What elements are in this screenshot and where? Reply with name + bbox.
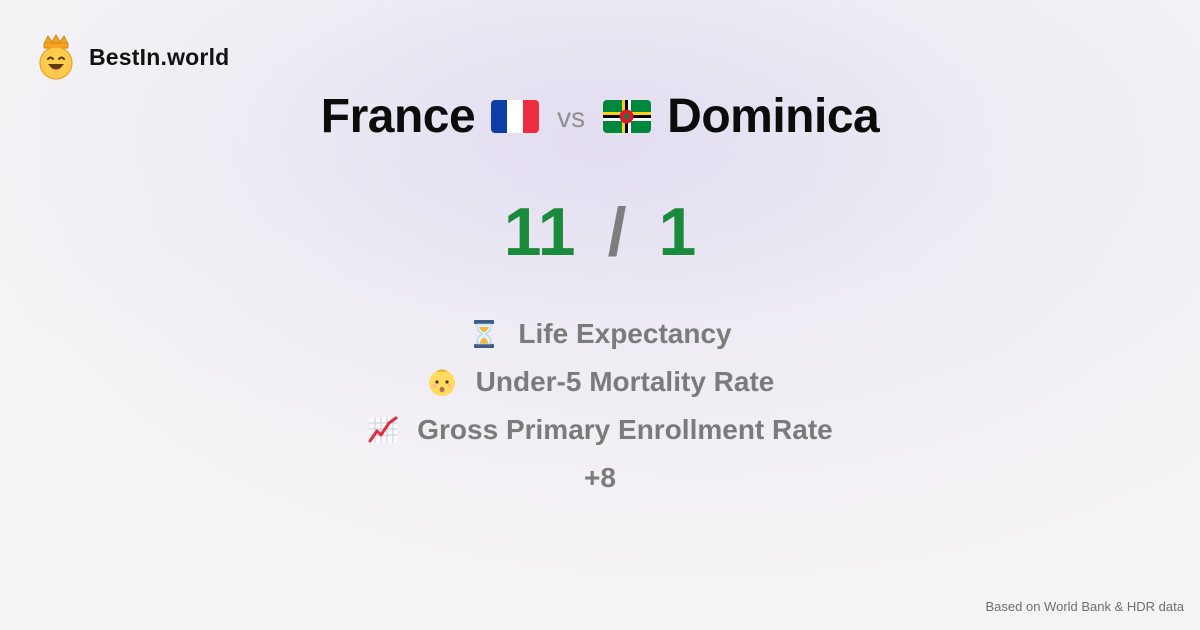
data-source-note: Based on World Bank & HDR data	[985, 599, 1184, 614]
vs-label: vs	[557, 102, 586, 133]
dominica-flag-icon	[603, 99, 652, 133]
score-country-a: 11	[503, 194, 576, 270]
metric-label: Under-5 Mortality Rate	[475, 366, 775, 397]
metrics-list: Life Expectancy Under-5 Mortality Rate G…	[0, 310, 1200, 502]
crowned-smiley-icon	[38, 34, 74, 80]
metric-under5-mortality[interactable]: Under-5 Mortality Rate	[0, 358, 1200, 406]
baby-icon	[426, 366, 458, 398]
comparison-title: France vs Dominica	[0, 86, 1200, 146]
brand-name: BestIn.world	[89, 43, 230, 70]
score: 11 / 1	[0, 192, 1200, 272]
brand[interactable]: BestIn.world	[38, 34, 229, 80]
chart-increasing-icon	[367, 414, 399, 446]
metric-label: Life Expectancy	[518, 318, 732, 349]
country-b-name[interactable]: Dominica	[667, 89, 880, 144]
country-a-name[interactable]: France	[321, 89, 476, 144]
metric-life-expectancy[interactable]: Life Expectancy	[0, 310, 1200, 358]
metric-gross-primary-enrollment[interactable]: Gross Primary Enrollment Rate	[0, 406, 1200, 454]
hourglass-icon	[468, 318, 500, 350]
metric-label: Gross Primary Enrollment Rate	[417, 414, 833, 445]
more-metrics-count[interactable]: +8	[0, 454, 1200, 502]
score-country-b: 1	[658, 194, 697, 270]
score-separator: /	[607, 194, 627, 270]
france-flag-icon	[491, 99, 540, 133]
